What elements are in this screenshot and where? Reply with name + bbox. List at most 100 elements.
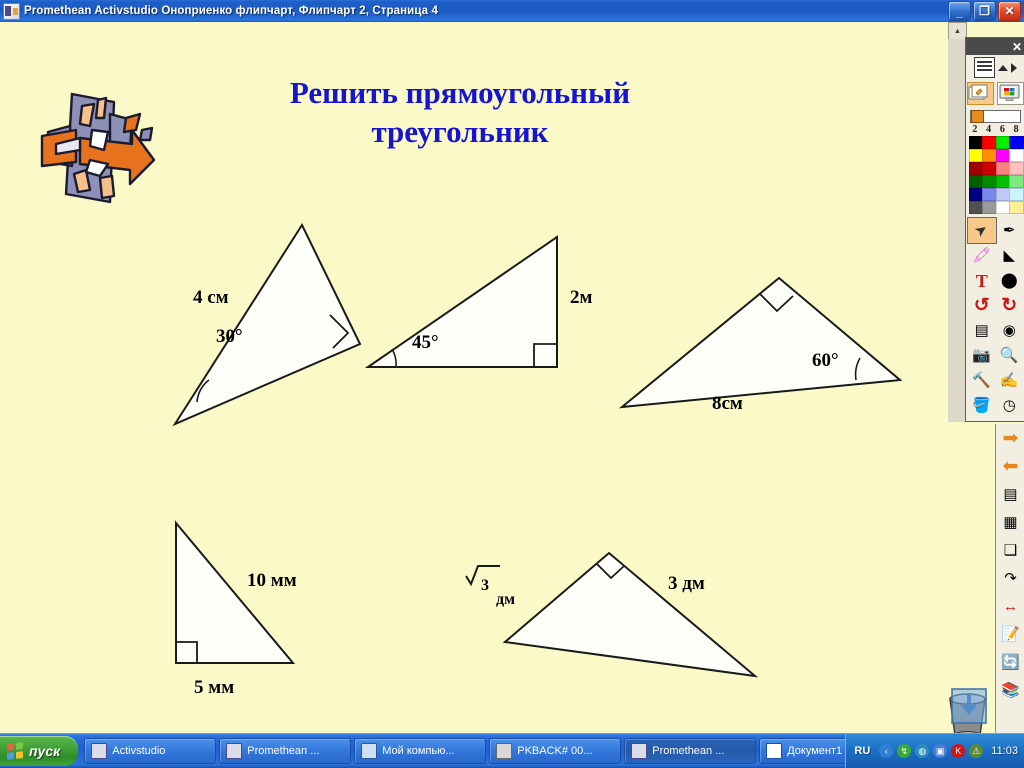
color-swatch[interactable]	[1008, 136, 1024, 149]
color-swatch[interactable]	[1008, 201, 1024, 214]
camera-tool[interactable]: 📷	[968, 343, 996, 368]
triangle-up-icon[interactable]	[998, 64, 1008, 71]
toolbox-header: ✕	[966, 38, 1024, 55]
clock-tool[interactable]: ◷	[996, 393, 1024, 418]
resource-library-icon: 📚	[1001, 682, 1020, 699]
network-icon[interactable]: ◍	[915, 744, 930, 758]
taskbar-button[interactable]: Мой компью...	[354, 738, 487, 764]
insert-page-button[interactable]: ▤	[996, 480, 1024, 508]
display-icon[interactable]: ▣	[933, 744, 948, 758]
tool-grid[interactable]: ➤ ✒ 🖍 ◣ T ⬤ ↺ ↻ ▤ ◉ 📷 🔍 🔨 ✍ 🪣 ◷	[966, 217, 1024, 421]
start-button[interactable]: пуск	[0, 736, 79, 766]
updates-icon[interactable]: ↯	[897, 744, 912, 758]
tools-menu-icon: 🔨	[972, 372, 992, 389]
handwriting-tool[interactable]: ✍	[996, 368, 1024, 393]
magnifier-tool[interactable]: 🔍	[996, 343, 1024, 368]
show-hidden-icons-button[interactable]: ‹	[879, 744, 894, 758]
color-swatch[interactable]	[1008, 175, 1024, 188]
pen-tool[interactable]: ✒	[996, 218, 1024, 243]
recycle-bin-icon[interactable]	[940, 677, 995, 734]
taskbar-button-label: Promethean ...	[652, 745, 725, 757]
page-tools-strip[interactable]: ➡ ⬅ ▤ ▦ ❑ ↷ ↔ 📝 🔄 📚	[995, 424, 1024, 734]
undo-tool[interactable]: ↺	[968, 293, 996, 318]
previous-page-button[interactable]: ⬅	[996, 452, 1024, 480]
pen-icon: ✒	[1002, 222, 1016, 239]
activstudio-icon	[226, 743, 243, 759]
activstudio-icon	[3, 2, 20, 20]
pen-size-4[interactable]: 4	[986, 124, 991, 135]
flipchart-canvas[interactable]: Решить прямоугольный треугольник 4 см 30…	[0, 22, 1024, 734]
scrollbar-track[interactable]	[948, 39, 965, 422]
taskbar-clock[interactable]: 11:03	[991, 745, 1018, 757]
redo-tool[interactable]: ↻	[996, 293, 1024, 318]
color-palette[interactable]	[966, 136, 1024, 217]
close-button[interactable]: ✕	[998, 1, 1021, 21]
word-icon	[766, 743, 783, 759]
color-swatch[interactable]	[1008, 162, 1024, 175]
color-swatch[interactable]	[1008, 149, 1024, 162]
magnifier-icon: 🔍	[999, 347, 1019, 364]
annotate-over-desktop-button[interactable]	[967, 82, 994, 105]
page-layout-button[interactable]: ❑	[996, 536, 1024, 564]
minimize-button[interactable]: _	[948, 1, 971, 21]
taskbar-button[interactable]: PKBACK# 00...	[489, 738, 622, 764]
taskbar-buttons[interactable]: Activstudio Promethean ... Мой компью... PK…	[84, 738, 846, 764]
pen-size-6[interactable]: 6	[1000, 124, 1005, 135]
windows-logo-icon	[7, 742, 23, 760]
highlighter-tool[interactable]: 🖍	[968, 243, 996, 268]
triangle-5-label-side: 3 дм	[668, 573, 705, 594]
reset-page-icon: 🔄	[1001, 654, 1020, 671]
taskbar-button[interactable]: Promethean ...	[219, 738, 352, 764]
notes-button[interactable]: 📝	[996, 620, 1024, 648]
select-pointer-tool[interactable]: ➤	[967, 217, 997, 244]
activstudio-toolbox[interactable]: ✕ 2 4 6 8 ➤ ✒ 🖍 ◣ T ⬤ ↺ ↻ ▤ ◉ 📷 🔍 🔨 ✍ 🪣 …	[965, 37, 1024, 422]
spotlight-tool[interactable]: ◉	[996, 318, 1024, 343]
fill-bucket-icon: 🪣	[972, 397, 992, 414]
menu-document-icon[interactable]	[974, 57, 995, 78]
pen-size-8[interactable]: 8	[1014, 124, 1019, 135]
page-thumbnails-icon: ▦	[1003, 514, 1018, 531]
network-alert-icon[interactable]: ⚠	[969, 744, 984, 758]
taskbar-button-label: Мой компью...	[382, 745, 455, 757]
shade-icon: ▤	[974, 322, 989, 339]
page-thumbnails-button[interactable]: ▦	[996, 508, 1024, 536]
slider-knob[interactable]	[971, 110, 984, 123]
tools-menu-tool[interactable]: 🔨	[968, 368, 996, 393]
redo-arrow-icon: ↷	[1004, 570, 1017, 587]
language-indicator[interactable]: RU	[854, 745, 870, 757]
redo-arrow-button[interactable]: ↷	[996, 564, 1024, 592]
next-page-icon: ➡	[1002, 427, 1019, 449]
triangle-5[interactable]	[0, 22, 800, 722]
eraser-tool[interactable]: ◣	[996, 243, 1024, 268]
windows-taskbar: пуск Activstudio Promethean ... Мой компью…	[0, 733, 1024, 768]
reset-page-button[interactable]: 🔄	[996, 648, 1024, 676]
start-label: пуск	[29, 743, 61, 759]
pen-size-2[interactable]: 2	[972, 124, 977, 135]
taskbar-button[interactable]: Promethean ...	[624, 738, 757, 764]
system-tray[interactable]: RU ‹ ↯ ◍ ▣ K ⚠ 11:03	[845, 734, 1024, 768]
maximize-button[interactable]: ❐	[973, 1, 996, 21]
close-icon: ✕	[1004, 4, 1015, 18]
taskbar-button[interactable]: Activstudio	[84, 738, 217, 764]
fill-bucket-tool[interactable]: 🪣	[968, 393, 996, 418]
triangle-3-label-angle: 60°	[812, 350, 839, 371]
canvas-scrollbar[interactable]: ▲	[948, 22, 967, 422]
resize-button[interactable]: ↔	[996, 592, 1024, 620]
antivirus-icon[interactable]: K	[951, 744, 966, 758]
resource-library-button[interactable]: 📚	[996, 676, 1024, 704]
triangle-up-icon: ▲	[954, 28, 961, 35]
shade-tool[interactable]: ▤	[968, 318, 996, 343]
color-swatch[interactable]	[1008, 188, 1024, 201]
handwriting-icon: ✍	[999, 372, 1019, 389]
activstudio-icon	[91, 743, 108, 759]
text-tool[interactable]: T	[968, 268, 996, 293]
pen-size-slider[interactable]	[970, 110, 1021, 123]
taskbar-button-label: Promethean ...	[247, 745, 320, 757]
next-page-button[interactable]: ➡	[996, 424, 1024, 452]
desktop-mode-button[interactable]	[997, 82, 1024, 105]
close-icon[interactable]: ✕	[1012, 41, 1022, 53]
redo-icon: ↻	[1001, 295, 1018, 316]
taskbar-button[interactable]: Документ1 - ...	[759, 738, 846, 764]
spray-can-tool[interactable]: ⬤	[996, 268, 1024, 293]
triangle-right-icon[interactable]	[1011, 62, 1017, 73]
